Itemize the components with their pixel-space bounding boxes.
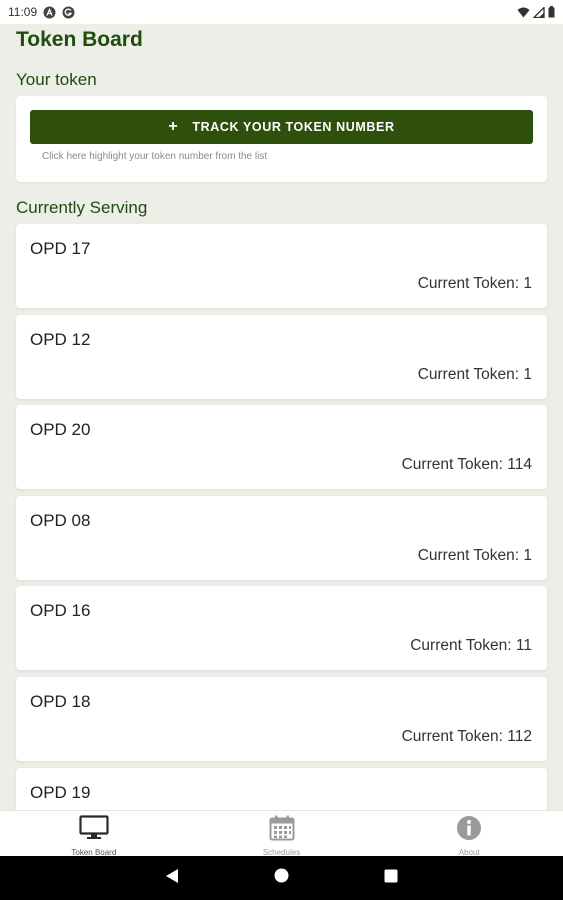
plus-icon: + (168, 118, 179, 135)
opd-current-token: Current Token: 114 (401, 456, 532, 474)
opd-name: OPD 20 (30, 420, 91, 440)
opd-card[interactable]: OPD 16 Current Token: 11 (16, 586, 547, 671)
opd-name: OPD 08 (30, 510, 91, 530)
opd-card[interactable]: OPD 17 Current Token: 1 (16, 224, 547, 308)
info-icon (456, 815, 482, 846)
opd-card[interactable]: OPD 08 Current Token: 1 (16, 495, 547, 580)
back-icon[interactable] (165, 868, 179, 889)
opd-current-token: Current Token: 1 (417, 546, 532, 564)
your-token-card: + TRACK YOUR TOKEN NUMBER Click here hig… (16, 96, 547, 182)
recents-icon[interactable] (384, 869, 398, 888)
your-token-heading: Your token (16, 70, 97, 89)
nav-schedules[interactable]: Schedules (188, 811, 376, 857)
system-navigation-bar (0, 856, 563, 900)
nav-about[interactable]: About (375, 811, 563, 857)
status-bar: 11:09 (0, 0, 563, 24)
opd-name: OPD 16 (30, 601, 91, 621)
bottom-navigation: Token Board Schedules About (0, 810, 563, 857)
calendar-icon (269, 815, 295, 846)
opd-card[interactable]: OPD 19 (16, 767, 547, 810)
nav-token-board[interactable]: Token Board (0, 811, 188, 857)
opd-card[interactable]: OPD 12 Current Token: 1 (16, 314, 547, 399)
track-token-button-label: TRACK YOUR TOKEN NUMBER (192, 120, 395, 134)
track-token-hint: Click here highlight your token number f… (42, 151, 268, 162)
opd-current-token: Current Token: 1 (417, 365, 532, 383)
app-content: Token Board Your token + TRACK YOUR TOKE… (0, 24, 563, 810)
opd-name: OPD 17 (30, 239, 91, 258)
notification-g-icon (62, 6, 75, 19)
status-left: 11:09 (8, 5, 75, 19)
battery-icon (548, 6, 555, 18)
page-title: Token Board (16, 28, 143, 51)
status-right (517, 6, 555, 18)
currently-serving-heading: Currently Serving (16, 198, 148, 217)
monitor-icon (79, 815, 109, 846)
opd-name: OPD 19 (30, 782, 91, 802)
track-token-button[interactable]: + TRACK YOUR TOKEN NUMBER (30, 110, 533, 144)
status-time: 11:09 (8, 5, 38, 19)
opd-card[interactable]: OPD 18 Current Token: 112 (16, 676, 547, 761)
signal-icon (533, 6, 545, 18)
opd-card[interactable]: OPD 20 Current Token: 114 (16, 405, 547, 490)
home-icon[interactable] (274, 868, 289, 888)
opd-current-token: Current Token: 1 (417, 275, 532, 292)
opd-current-token: Current Token: 11 (410, 637, 532, 655)
opd-current-token: Current Token: 112 (401, 727, 532, 745)
opd-list[interactable]: OPD 17 Current Token: 1 OPD 12 Current T… (16, 224, 547, 810)
opd-name: OPD 12 (30, 329, 91, 349)
wifi-icon (517, 7, 530, 18)
opd-name: OPD 18 (30, 691, 91, 711)
notification-a-icon (43, 6, 56, 19)
